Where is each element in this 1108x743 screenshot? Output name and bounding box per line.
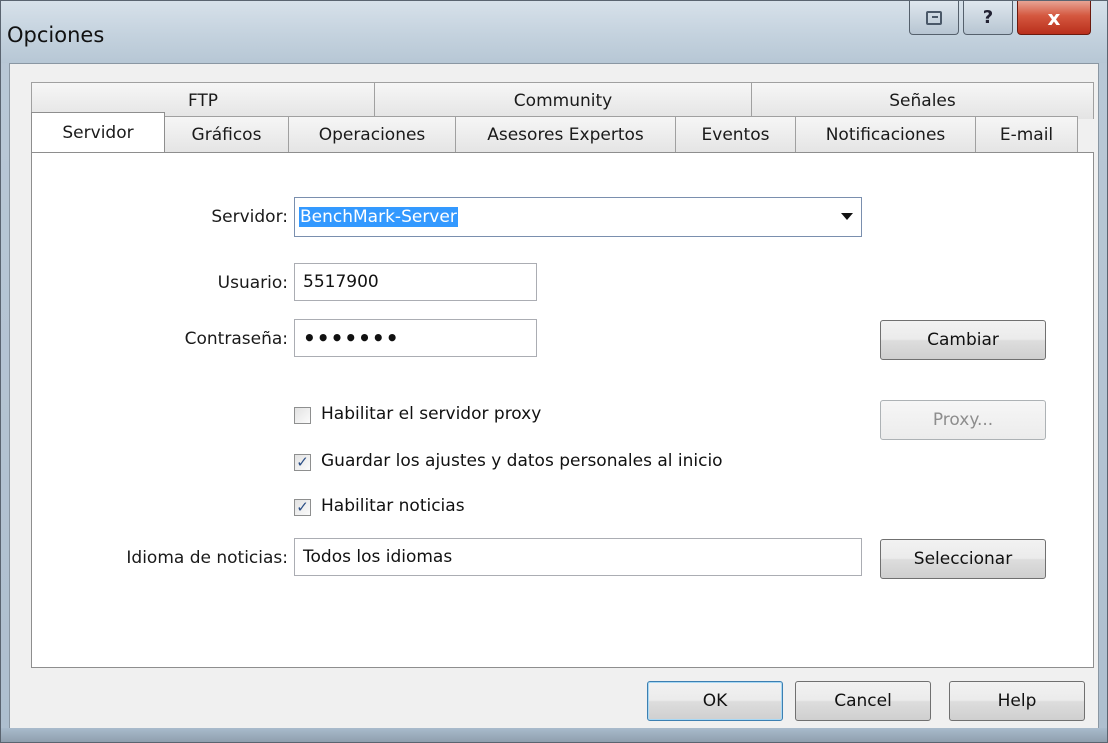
check-icon: ✓ [296,498,309,516]
cancel-button[interactable]: Cancel [795,681,931,721]
tab-eventos[interactable]: Eventos [675,116,796,153]
proxy-checkbox[interactable] [294,407,311,424]
tab-email[interactable]: E-mail [975,116,1078,153]
tab-operaciones[interactable]: Operaciones [288,116,456,153]
server-combobox[interactable]: BenchMark-Server [294,197,862,237]
server-label: Servidor: [211,207,288,227]
change-password-button[interactable]: Cambiar [880,320,1046,360]
help-button[interactable]: ? [963,1,1013,35]
tab-asesores-expertos[interactable]: Asesores Expertos [455,116,676,153]
tab-row-front: Servidor Gráficos Operaciones Asesores E… [31,112,1095,153]
proxy-checkbox-label: Habilitar el servidor proxy [321,404,542,424]
question-mark-icon: ? [982,7,994,28]
caption-buttons: ? x [905,1,1091,35]
tab-panel-servidor: Servidor: BenchMark-Server Usuario: 5517… [31,152,1094,668]
proxy-button[interactable]: Proxy... [880,400,1046,440]
user-label: Usuario: [217,273,288,293]
save-settings-label: Guardar los ajustes y datos personales a… [321,451,723,471]
close-button[interactable]: x [1017,1,1091,35]
check-icon: ✓ [296,453,309,471]
password-dots: ••••••• [303,326,400,350]
chevron-down-icon[interactable] [841,213,853,220]
enable-news-label: Habilitar noticias [321,496,465,516]
tab-senales[interactable]: Señales [751,82,1094,119]
user-input[interactable]: 5517900 [294,263,537,301]
server-value: BenchMark-Server [299,207,458,227]
password-label: Contraseña: [184,329,288,349]
context-help-icon [926,10,942,25]
tab-row-back: FTP Community Señales [31,82,1095,119]
news-language-label: Idioma de noticias: [126,548,288,568]
context-button[interactable] [909,1,959,35]
tab-servidor[interactable]: Servidor [31,112,165,152]
ok-button[interactable]: OK [647,681,783,721]
close-icon: x [1047,5,1061,30]
tab-graficos[interactable]: Gráficos [164,116,289,153]
dialog-client-area: FTP Community Señales Servidor Gráficos … [9,63,1099,731]
window-frame: Opciones ? x FTP Community Señales Servi… [0,0,1108,743]
save-settings-checkbox[interactable]: ✓ [294,454,311,471]
tab-community[interactable]: Community [374,82,752,119]
window-title: Opciones [7,23,105,47]
enable-news-checkbox[interactable]: ✓ [294,499,311,516]
title-bar[interactable]: Opciones ? x [1,1,1107,63]
news-language-input[interactable]: Todos los idiomas [294,538,862,576]
password-input[interactable]: ••••••• [294,319,537,357]
select-language-button[interactable]: Seleccionar [880,539,1046,579]
tab-notificaciones[interactable]: Notificaciones [795,116,976,153]
help-footer-button[interactable]: Help [949,681,1085,721]
